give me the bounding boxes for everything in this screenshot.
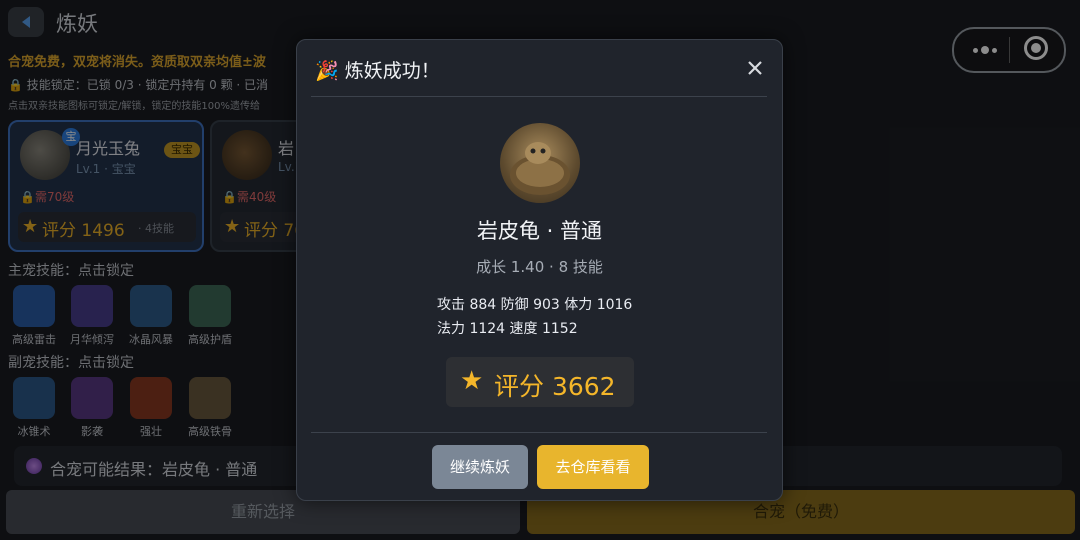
divider	[311, 432, 767, 433]
score-box: ★ 评分 3662	[446, 357, 634, 407]
stats-line: 攻击 884 防御 903 体力 1016	[437, 297, 633, 313]
continue-refine-button[interactable]: 继续炼妖	[432, 445, 528, 489]
dialog-title: 🎉 炼妖成功！	[315, 60, 440, 82]
growth-info: 成长 1.40 · 8 技能	[476, 258, 603, 276]
pet-avatar	[500, 123, 580, 203]
go-storage-button[interactable]: 去仓库看看	[537, 445, 649, 489]
stats-line: 法力 1124 速度 1152	[437, 321, 578, 337]
star-icon: ★	[460, 366, 484, 396]
divider	[311, 96, 767, 97]
close-icon[interactable]	[745, 58, 765, 78]
success-dialog: 🎉 炼妖成功！ 岩皮龟 · 普通 成长 1.40 · 8 技能 攻击 884 防…	[296, 39, 783, 501]
result-pet-name: 岩皮龟 · 普通	[476, 219, 603, 243]
